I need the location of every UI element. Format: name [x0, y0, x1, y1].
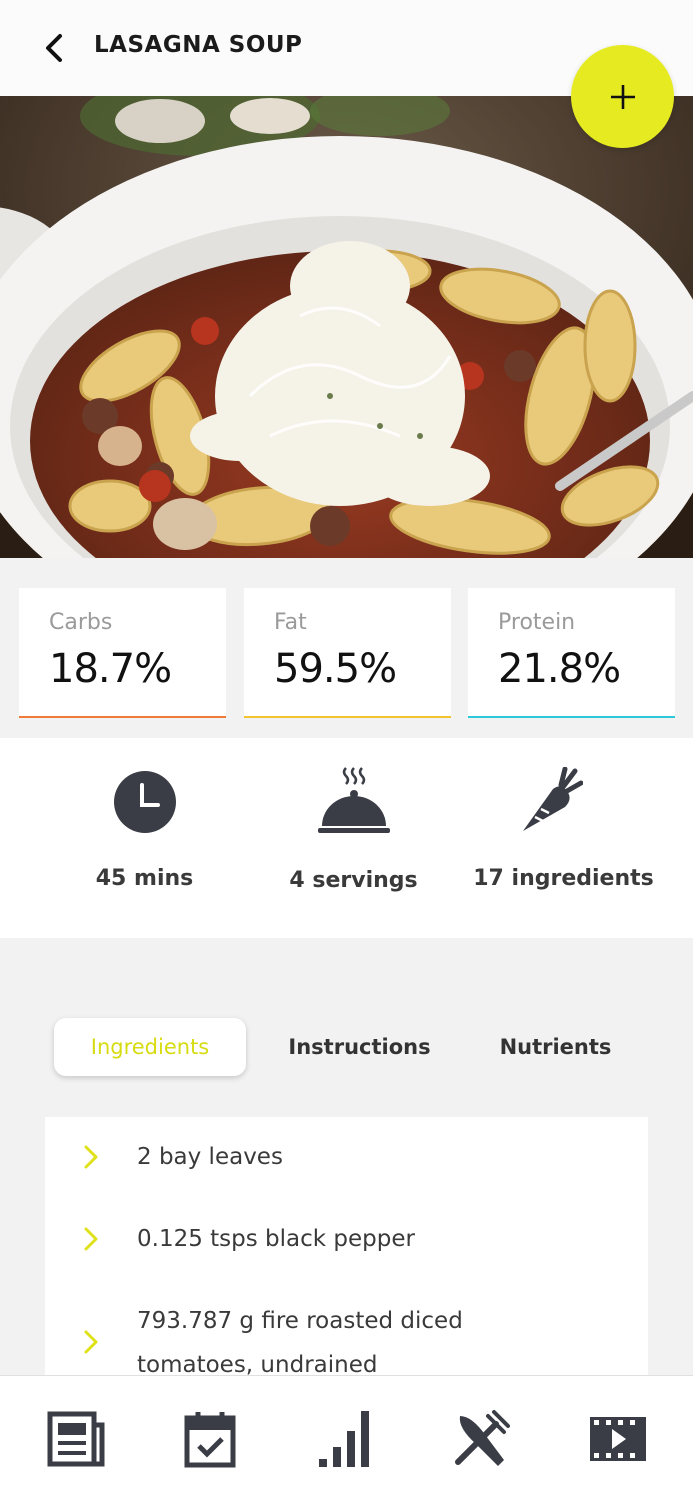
- recipe-tabs: Ingredients Instructions Nutrients: [0, 1018, 693, 1078]
- macro-label: Protein: [498, 610, 576, 635]
- bar-chart-icon: [319, 1411, 369, 1467]
- ingredients-count-text: 17 ingredients: [473, 866, 654, 891]
- time-text: 45 mins: [95, 866, 194, 891]
- list-item[interactable]: 0.125 tsps black pepper: [45, 1217, 648, 1261]
- tab-ingredients[interactable]: Ingredients: [54, 1018, 246, 1076]
- back-button[interactable]: [34, 28, 74, 68]
- recipe-stats: 45 mins 4 servings 17 ingredients: [0, 738, 693, 938]
- tab-instructions[interactable]: Instructions: [272, 1018, 447, 1076]
- macro-label: Fat: [274, 610, 307, 635]
- protein-card: Protein 21.8%: [468, 588, 675, 718]
- nav-stats[interactable]: [311, 1406, 381, 1472]
- macro-value: 59.5%: [274, 646, 397, 692]
- ingredient-list: 2 bay leaves 0.125 tsps black pepper 793…: [45, 1117, 648, 1375]
- ingredient-text: 793.787 g fire roasted diced tomatoes, u…: [137, 1308, 463, 1375]
- video-icon: [590, 1417, 646, 1461]
- calendar-check-icon: [184, 1412, 236, 1468]
- list-item[interactable]: 2 bay leaves: [45, 1135, 648, 1179]
- add-button[interactable]: [571, 45, 674, 148]
- fork-knife-icon: [455, 1410, 510, 1466]
- chevron-left-icon: [46, 34, 62, 62]
- plus-icon: [610, 84, 635, 109]
- carbs-card: Carbs 18.7%: [19, 588, 226, 718]
- fat-card: Fat 59.5%: [244, 588, 451, 718]
- macros-section: Carbs 18.7% Fat 59.5% Protein 21.8%: [0, 558, 693, 738]
- serving-cloche-icon: [317, 767, 390, 833]
- tab-nutrients[interactable]: Nutrients: [478, 1018, 633, 1076]
- nav-calendar[interactable]: [175, 1406, 245, 1472]
- clock-icon: [113, 771, 176, 833]
- nav-videos[interactable]: [583, 1406, 653, 1472]
- nav-recipes[interactable]: [446, 1406, 516, 1472]
- macro-value: 21.8%: [498, 646, 621, 692]
- news-icon: [47, 1411, 105, 1467]
- chevron-right-icon: [84, 1145, 98, 1169]
- time-stat: 45 mins: [29, 738, 260, 938]
- chevron-right-icon: [84, 1227, 98, 1251]
- ingredients-stat: 17 ingredients: [448, 738, 679, 938]
- carrot-icon: [522, 767, 583, 831]
- macro-bar: [19, 716, 226, 718]
- chevron-right-icon: [84, 1330, 98, 1354]
- recipe-photo: [0, 96, 693, 558]
- macro-bar: [244, 716, 451, 718]
- bottom-nav: [0, 1375, 693, 1500]
- macro-bar: [468, 716, 675, 718]
- macro-label: Carbs: [49, 610, 113, 635]
- nav-news[interactable]: [41, 1406, 111, 1472]
- ingredient-text: 0.125 tsps black pepper: [137, 1226, 415, 1252]
- macro-value: 18.7%: [49, 646, 172, 692]
- page-title: LASAGNA SOUP: [94, 32, 303, 58]
- ingredient-text: 2 bay leaves: [137, 1144, 283, 1170]
- list-item[interactable]: 793.787 g fire roasted diced tomatoes, u…: [45, 1299, 648, 1375]
